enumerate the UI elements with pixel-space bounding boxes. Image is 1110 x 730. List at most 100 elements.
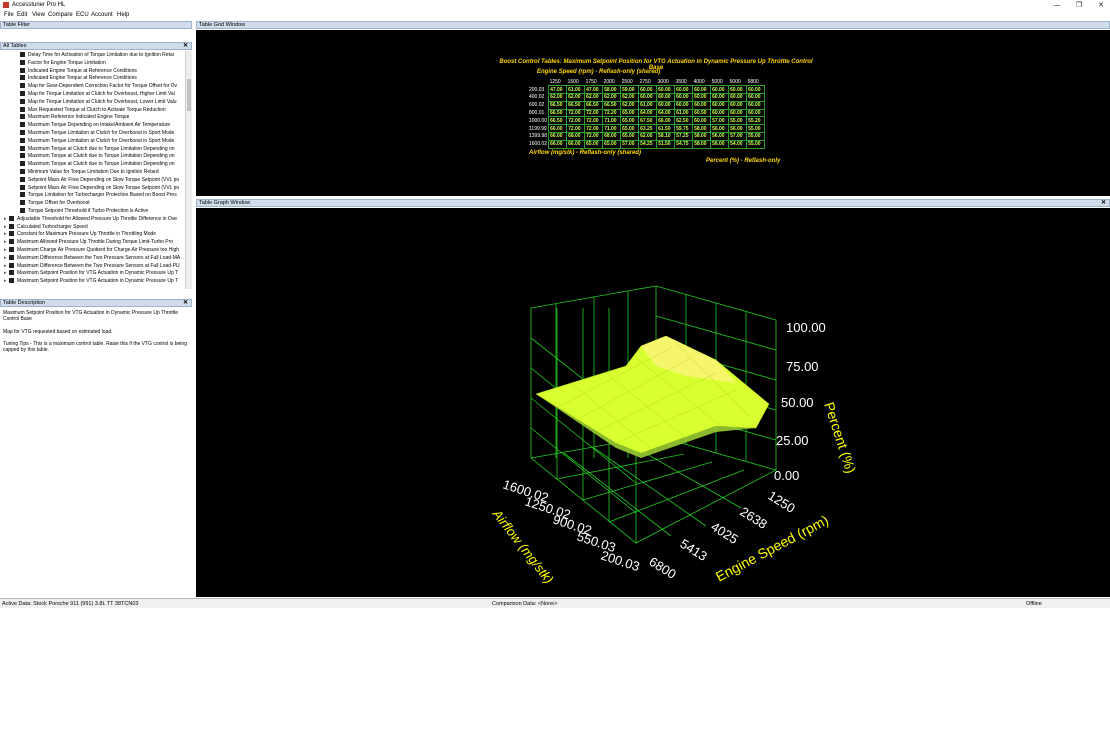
minimize-button[interactable]: — bbox=[1046, 0, 1068, 11]
table-cell[interactable]: 65.00 bbox=[584, 139, 604, 149]
table-cell[interactable]: 60.00 bbox=[674, 100, 694, 110]
table-cell[interactable]: 60.00 bbox=[674, 93, 694, 102]
tree-item[interactable]: Maximum Reference Indicated Engine Torqu… bbox=[20, 113, 129, 121]
tree-item[interactable]: Indicated Engine Torque at Reference Con… bbox=[20, 67, 137, 75]
table-cell[interactable]: 47.00 bbox=[548, 85, 568, 95]
table-cell[interactable]: 66.50 bbox=[566, 100, 586, 110]
close-icon[interactable]: ✕ bbox=[183, 43, 188, 49]
menu-compare[interactable]: Compare bbox=[48, 11, 73, 20]
table-cell[interactable]: 72.20 bbox=[602, 108, 622, 118]
menu-file[interactable]: File bbox=[4, 11, 14, 20]
table-cell[interactable]: 66.50 bbox=[548, 100, 568, 110]
table-cell[interactable]: 62.00 bbox=[548, 93, 568, 102]
table-cell[interactable]: 60.00 bbox=[746, 108, 766, 118]
table-cell[interactable]: 60.00 bbox=[692, 93, 712, 102]
table-cell[interactable]: 56.00 bbox=[728, 124, 748, 134]
table-cell[interactable]: 55.00 bbox=[746, 124, 766, 134]
table-cell[interactable]: 56.00 bbox=[710, 124, 730, 134]
table-cell[interactable]: 72.00 bbox=[584, 124, 604, 134]
table-cell[interactable]: 60.00 bbox=[710, 85, 730, 95]
table-cell[interactable]: 56.00 bbox=[710, 132, 730, 141]
table-cell[interactable]: 64.00 bbox=[656, 108, 676, 118]
table-cell[interactable]: 66.50 bbox=[584, 100, 604, 110]
table-cell[interactable]: 68.00 bbox=[602, 132, 622, 141]
table-cell[interactable]: 61.00 bbox=[566, 85, 586, 95]
table-cell[interactable]: 60.00 bbox=[656, 93, 676, 102]
close-window-button[interactable]: ✕ bbox=[1090, 0, 1110, 11]
table-cell[interactable]: 55.00 bbox=[728, 116, 748, 126]
table-cell[interactable]: 66.00 bbox=[548, 132, 568, 141]
menu-account[interactable]: Account bbox=[91, 11, 113, 20]
tree-item[interactable]: Setpoint Mass Air Flow Depending on Slow… bbox=[20, 176, 179, 184]
tree-scrollbar[interactable] bbox=[186, 51, 192, 289]
table-cell[interactable]: 51.50 bbox=[656, 139, 676, 149]
maximize-button[interactable]: ❐ bbox=[1068, 0, 1090, 11]
table-cell[interactable]: 55.20 bbox=[746, 116, 766, 126]
tree-item[interactable]: ▸ Maximum Setpoint Position for VTG Actua… bbox=[4, 277, 178, 285]
table-cell[interactable]: 65.00 bbox=[620, 116, 640, 126]
tree-item[interactable]: Max Requested Torque at Clutch to Activa… bbox=[20, 106, 166, 114]
tree-item[interactable]: Maximum Torque at Clutch due to Torque L… bbox=[20, 145, 175, 153]
tree-item[interactable]: Indicated Engine Torque at Reference Con… bbox=[20, 74, 137, 82]
table-cell[interactable]: 62.00 bbox=[566, 93, 586, 102]
tree-item[interactable]: Maximum Torque at Clutch due to Torque L… bbox=[20, 160, 175, 168]
table-cell[interactable]: 67.50 bbox=[638, 116, 658, 126]
table-cell[interactable]: 55.00 bbox=[746, 132, 766, 141]
menu-view[interactable]: View bbox=[32, 11, 45, 20]
tree-item[interactable]: Torque Limitation for Turbocharger Prote… bbox=[20, 191, 177, 199]
table-cell[interactable]: 60.00 bbox=[692, 100, 712, 110]
table-cell[interactable]: 60.00 bbox=[674, 85, 694, 95]
table-cell[interactable]: 60.00 bbox=[746, 93, 766, 102]
table-cell[interactable]: 62.00 bbox=[620, 93, 640, 102]
table-cell[interactable]: 58.00 bbox=[692, 139, 712, 149]
table-cell[interactable]: 57.25 bbox=[674, 132, 694, 141]
tree-item[interactable]: Map for Torque Limitation at Clutch for … bbox=[20, 90, 175, 98]
table-cell[interactable]: 68.00 bbox=[566, 132, 586, 141]
tree-item[interactable]: Delay Time for Activation of Torque Limi… bbox=[20, 51, 174, 59]
tree-item[interactable]: ▸ Adjustable Threshold for Allowed Pressu… bbox=[4, 215, 177, 223]
table-cell[interactable]: 61.00 bbox=[638, 100, 658, 110]
table-cell[interactable]: 60.00 bbox=[710, 100, 730, 110]
tree-item[interactable]: ▸ Maximum Difference Between the Two Pres… bbox=[4, 262, 180, 270]
table-cell[interactable]: 60.00 bbox=[692, 85, 712, 95]
tree-item[interactable]: ▸ Maximum Setpoint Position for VTG Actua… bbox=[4, 269, 178, 277]
table-cell[interactable]: 57.00 bbox=[710, 116, 730, 126]
table-cell[interactable]: 60.00 bbox=[728, 93, 748, 102]
table-cell[interactable]: 47.00 bbox=[584, 85, 604, 95]
table-cell[interactable]: 54.75 bbox=[674, 139, 694, 149]
table-cell[interactable]: 66.00 bbox=[566, 139, 586, 149]
close-icon[interactable]: ✕ bbox=[1101, 200, 1106, 206]
table-cell[interactable]: 60.00 bbox=[656, 85, 676, 95]
table-cell[interactable]: 65.00 bbox=[620, 132, 640, 141]
table-cell[interactable]: 61.00 bbox=[674, 108, 694, 118]
table-cell[interactable]: 72.00 bbox=[584, 108, 604, 118]
table-cell[interactable]: 57.00 bbox=[728, 132, 748, 141]
table-cell[interactable]: 63.25 bbox=[638, 124, 658, 134]
table-cell[interactable]: 64.00 bbox=[638, 108, 658, 118]
tree-item[interactable]: Maximum Torque Depending on Intake/Ambie… bbox=[20, 121, 170, 129]
table-graph-window[interactable]: 100.00 75.00 50.00 25.00 0.00 Percent (%… bbox=[196, 208, 1110, 597]
table-cell[interactable]: 66.00 bbox=[656, 116, 676, 126]
table-cell[interactable]: 62.00 bbox=[638, 132, 658, 141]
table-cell[interactable]: 58.00 bbox=[602, 85, 622, 95]
scrollbar-thumb[interactable] bbox=[187, 79, 191, 111]
tree-item[interactable]: ▸ Maximum Allowed Pressure Up Throttle Du… bbox=[4, 238, 173, 246]
table-cell[interactable]: 60.00 bbox=[638, 85, 658, 95]
tree-item[interactable]: Torque Setpoint Threshold if Turbo Prote… bbox=[20, 207, 148, 215]
tree-item[interactable]: Setpoint Mass Air Flow Depending on Slow… bbox=[20, 184, 179, 192]
table-cell[interactable]: 60.00 bbox=[728, 100, 748, 110]
table-cell[interactable]: 72.00 bbox=[584, 132, 604, 141]
tree-item[interactable]: Map for Torque Limitation at Clutch for … bbox=[20, 98, 177, 106]
table-cell[interactable]: 62.50 bbox=[674, 116, 694, 126]
table-cell[interactable]: 72.00 bbox=[566, 108, 586, 118]
table-cell[interactable]: 66.00 bbox=[548, 124, 568, 134]
table-cell[interactable]: 66.50 bbox=[548, 108, 568, 118]
table-cell[interactable]: 65.00 bbox=[602, 139, 622, 149]
table-cell[interactable]: 72.00 bbox=[566, 116, 586, 126]
table-cell[interactable]: 59.75 bbox=[674, 124, 694, 134]
tree-item[interactable]: ▸ Calculated Turbocharger Speed bbox=[4, 223, 88, 231]
menu-ecu[interactable]: ECU bbox=[76, 11, 89, 20]
table-cell[interactable]: 58.00 bbox=[692, 124, 712, 134]
table-cell[interactable]: 72.00 bbox=[566, 124, 586, 134]
tree-item[interactable]: Minimum Value for Torque Limitation Due … bbox=[20, 168, 159, 176]
